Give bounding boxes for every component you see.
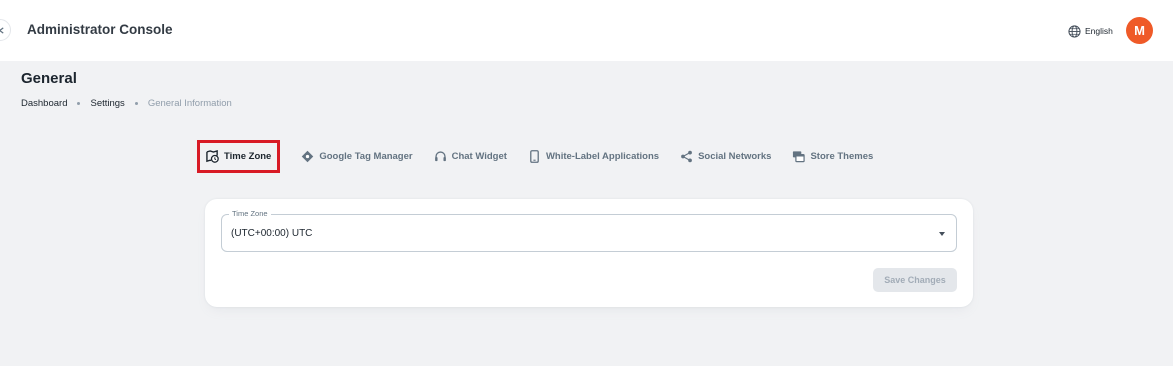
- app-title: Administrator Console: [27, 22, 173, 37]
- breadcrumb-settings[interactable]: Settings: [90, 98, 124, 109]
- avatar[interactable]: M: [1126, 17, 1153, 44]
- time-zone-field-label: Time Zone: [229, 209, 271, 218]
- tab-time-zone-label: Time Zone: [224, 151, 272, 162]
- tab-google-tag-manager-label: Google Tag Manager: [319, 151, 413, 162]
- time-zone-card: Time Zone (UTC+00:00) UTC Save Changes: [205, 199, 973, 307]
- tab-white-label-applications[interactable]: White-Label Applications: [528, 140, 659, 173]
- time-zone-select[interactable]: Time Zone (UTC+00:00) UTC: [221, 209, 957, 252]
- sidebar-collapse-button[interactable]: [0, 19, 11, 41]
- layers-icon: [793, 151, 806, 163]
- breadcrumb-general-information: General Information: [147, 98, 232, 109]
- tab-google-tag-manager[interactable]: Google Tag Manager: [301, 140, 413, 173]
- save-changes-button[interactable]: Save Changes: [873, 268, 957, 292]
- tab-white-label-applications-label: White-Label Applications: [545, 151, 660, 162]
- tab-time-zone[interactable]: Time Zone: [197, 140, 281, 173]
- language-selector[interactable]: English: [1068, 24, 1113, 38]
- time-zone-icon: [206, 150, 219, 163]
- breadcrumb-dashboard[interactable]: Dashboard: [21, 98, 67, 109]
- tab-store-themes-label: Store Themes: [810, 151, 874, 162]
- tab-store-themes[interactable]: Store Themes: [792, 140, 873, 173]
- breadcrumb-separator: [77, 102, 81, 105]
- time-zone-selected-value: (UTC+00:00) UTC: [231, 228, 313, 239]
- tab-social-networks[interactable]: Social Networks: [680, 140, 771, 173]
- top-bar: Administrator Console English M: [0, 0, 1173, 61]
- language-label: English: [1085, 26, 1113, 36]
- breadcrumb: Dashboard Settings General Information: [21, 98, 232, 109]
- settings-tabs: Time Zone Google Tag Manager Chat Widget…: [197, 140, 873, 173]
- diamond-icon: [302, 150, 314, 163]
- tab-chat-widget-label: Chat Widget: [451, 151, 507, 162]
- tab-chat-widget[interactable]: Chat Widget: [434, 140, 507, 173]
- caret-down-icon: [939, 232, 945, 236]
- page-title: General: [21, 70, 77, 87]
- share-icon: [681, 150, 692, 163]
- breadcrumb-separator: [134, 102, 138, 105]
- tab-social-networks-label: Social Networks: [698, 151, 772, 162]
- headset-icon: [434, 151, 446, 162]
- globe-icon: [1068, 24, 1081, 38]
- phone-icon: [530, 150, 539, 163]
- chevron-left-icon: [0, 26, 4, 34]
